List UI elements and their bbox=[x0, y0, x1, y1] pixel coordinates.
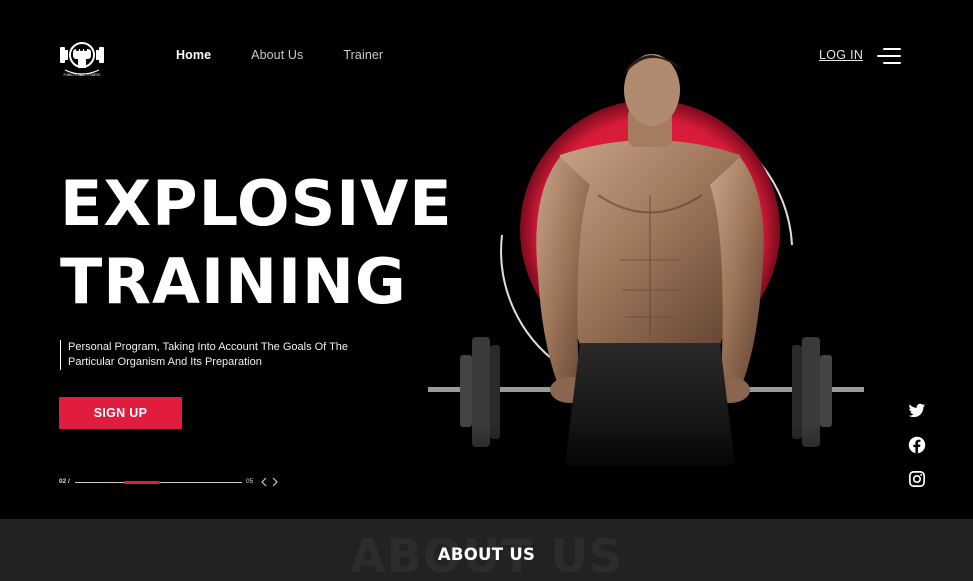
hero-subtext: Personal Program, Taking Into Account Th… bbox=[60, 340, 380, 370]
current-slide-number: 02 / bbox=[59, 478, 70, 485]
headline-line-2: TRAINING bbox=[60, 245, 407, 318]
twitter-icon[interactable] bbox=[908, 402, 926, 420]
slide-progress-fill bbox=[124, 481, 160, 484]
social-links bbox=[908, 402, 928, 504]
nav-item-trainer[interactable]: Trainer bbox=[343, 48, 383, 62]
chevron-right-icon[interactable] bbox=[271, 477, 279, 487]
hamburger-menu-icon[interactable] bbox=[877, 47, 901, 65]
fist-dumbbell-logo-icon: FUNCTIONAL FITNESS bbox=[60, 42, 104, 77]
logo-text: FUNCTIONAL FITNESS bbox=[64, 73, 101, 77]
nav-item-home[interactable]: Home bbox=[176, 48, 211, 62]
about-section-title: ABOUT US bbox=[437, 545, 536, 564]
facebook-icon[interactable] bbox=[908, 436, 926, 454]
brand-logo[interactable]: FUNCTIONAL FITNESS bbox=[57, 40, 107, 80]
main-nav: Home About Us Trainer bbox=[176, 48, 383, 62]
hero-headline: EXPLOSIVE TRAINING bbox=[60, 165, 453, 321]
about-section: ABOUT US ABOUT US bbox=[0, 519, 973, 581]
hero-image bbox=[420, 45, 880, 519]
athlete-barbell-illustration bbox=[420, 54, 880, 519]
total-slide-number: 05 bbox=[246, 478, 254, 485]
hero-section: FUNCTIONAL FITNESS Home About Us Trainer… bbox=[0, 0, 973, 519]
instagram-icon[interactable] bbox=[908, 470, 926, 488]
slide-pagination: 02 / 05 bbox=[59, 477, 284, 490]
nav-item-about-us[interactable]: About Us bbox=[251, 48, 303, 62]
chevron-left-icon[interactable] bbox=[260, 477, 268, 487]
sign-up-button[interactable]: SIGN UP bbox=[59, 397, 182, 429]
headline-line-1: EXPLOSIVE bbox=[60, 167, 453, 240]
